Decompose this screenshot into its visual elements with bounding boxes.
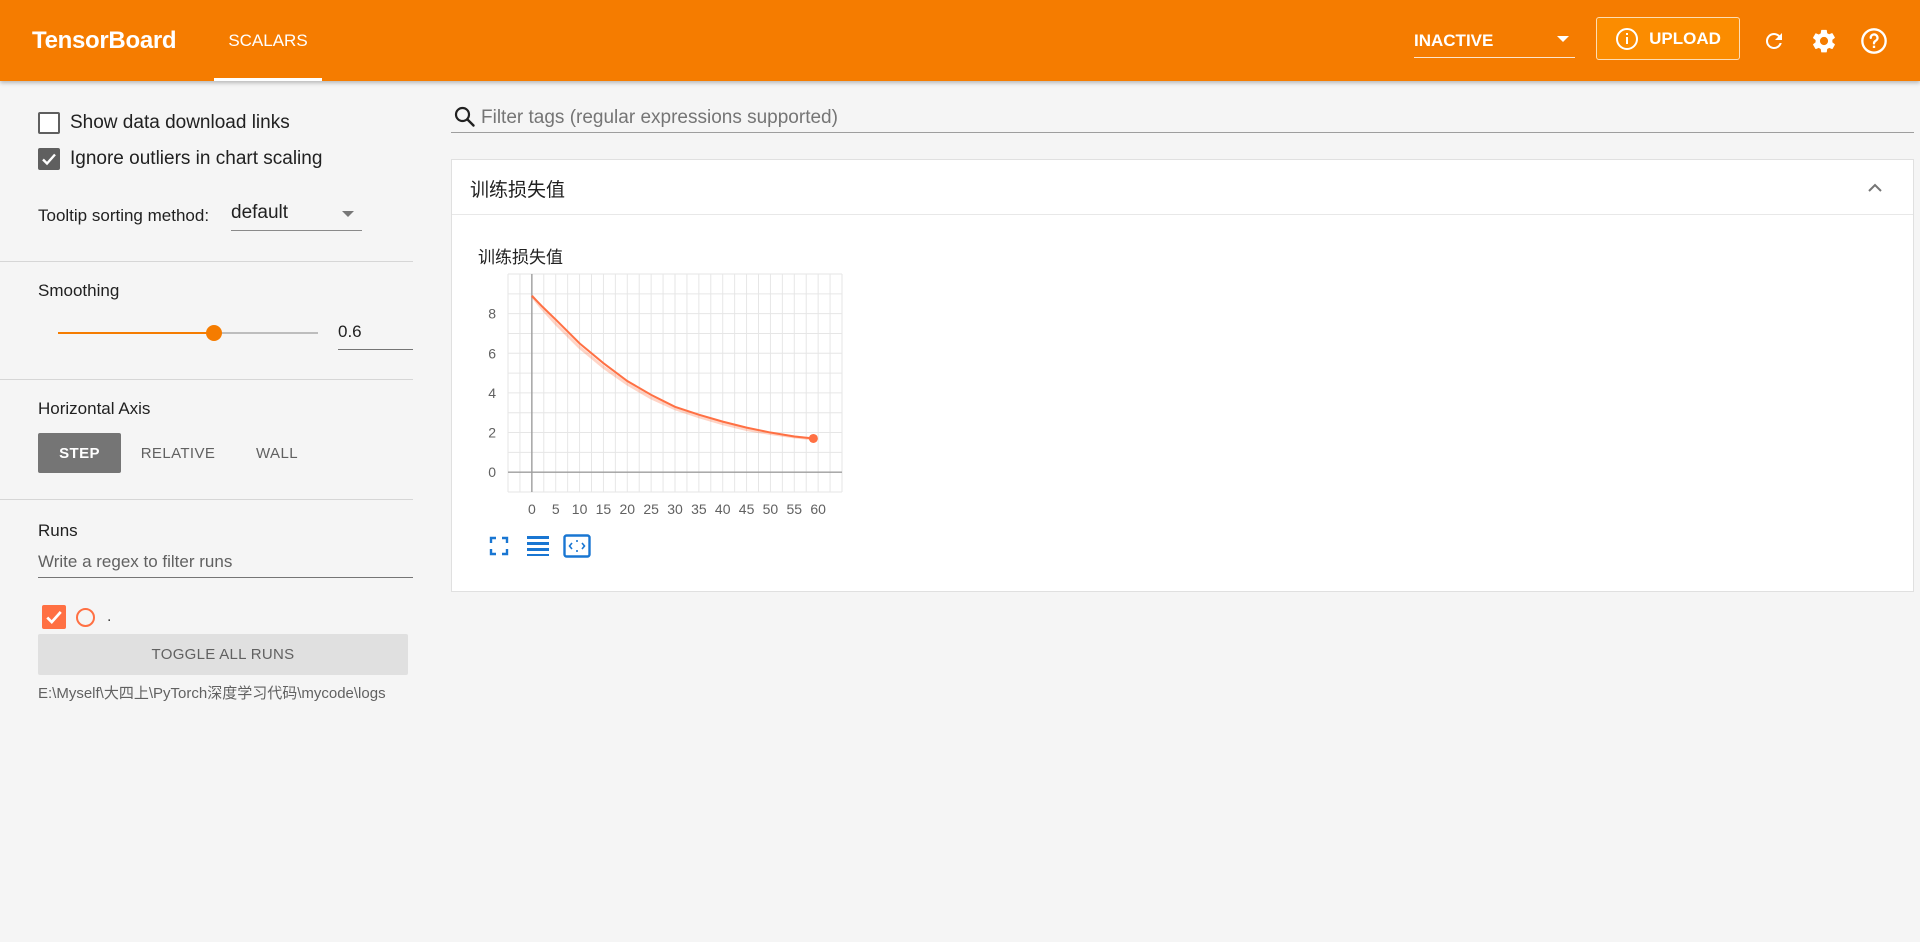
active-tab-indicator: [214, 78, 322, 81]
checkbox-label: Show data download links: [70, 112, 290, 133]
checkbox-label: Ignore outliers in chart scaling: [70, 148, 323, 169]
x-tick-label: 0: [528, 501, 536, 517]
section-divider: [0, 379, 413, 380]
chart-tick-labels: 0 5 10 15 20 25 30 35 40 45 50 55 6002468: [488, 306, 826, 517]
y-tick-label: 2: [488, 425, 496, 441]
run-checkbox[interactable]: [42, 605, 66, 629]
toggle-log-scale-button[interactable]: [523, 532, 553, 560]
app-header: TensorBoard SCALARS INACTIVE UPLOAD: [0, 0, 1920, 81]
axis-wall-button[interactable]: WALL: [240, 433, 314, 473]
raw-series-line: [530, 294, 814, 441]
tag-card: 训练损失值 训练损失值 0 5 10 15 20 25 30 35 40 45 50 55 60 0 2 4 6…: [451, 159, 1914, 592]
run-item[interactable]: .: [42, 605, 111, 629]
x-tick-label: 10: [572, 501, 588, 517]
x-tick-label: 15: [596, 501, 612, 517]
refresh-icon[interactable]: [1757, 24, 1791, 58]
slider-knob[interactable]: [206, 325, 222, 341]
section-divider: [0, 261, 413, 262]
chevron-up-icon[interactable]: [1865, 178, 1885, 198]
run-status-dropdown[interactable]: INACTIVE: [1414, 26, 1575, 58]
x-tick-label: 35: [691, 501, 707, 517]
upload-label: UPLOAD: [1649, 28, 1721, 48]
smoothed-series-line: [531, 295, 814, 440]
settings-gear-icon[interactable]: [1807, 24, 1841, 58]
logdir-path: E:\Myself\大四上\PyTorch深度学习代码\mycode\logs: [38, 685, 386, 702]
smoothing-label: Smoothing: [38, 281, 120, 300]
x-tick-label: 25: [643, 501, 659, 517]
slider-fill: [58, 332, 214, 334]
dropdown-caret-icon: [1557, 36, 1569, 42]
search-icon: [454, 106, 475, 127]
app-brand: TensorBoard: [32, 27, 177, 54]
runs-label: Runs: [38, 521, 78, 540]
tag-filter-placeholder: Filter tags (regular expressions support…: [481, 107, 838, 128]
axis-step-button[interactable]: STEP: [38, 433, 121, 473]
expand-chart-button[interactable]: [484, 532, 514, 560]
run-color-radio[interactable]: [76, 607, 95, 627]
y-tick-label: 6: [488, 345, 496, 361]
toggle-all-runs-button[interactable]: TOGGLE ALL RUNS: [38, 634, 408, 675]
chart-title: 训练损失值: [478, 248, 563, 267]
x-tick-label: 50: [763, 501, 779, 517]
horizontal-axis-label: Horizontal Axis: [38, 399, 151, 418]
y-tick-label: 0: [488, 464, 496, 480]
x-tick-label: 45: [739, 501, 755, 517]
tooltip-sorting-value: default: [231, 202, 289, 223]
x-tick-label: 30: [667, 501, 683, 517]
runs-regex-placeholder: Write a regex to filter runs: [38, 552, 233, 571]
show-download-links-checkbox[interactable]: Show data download links: [38, 112, 290, 134]
card-header[interactable]: 训练损失值: [452, 160, 1913, 215]
fit-to-data-icon: [563, 534, 591, 558]
fullscreen-icon: [489, 536, 509, 556]
y-tick-label: 8: [488, 306, 496, 322]
sidebar: Show data download links Ignore outliers…: [0, 81, 413, 942]
help-icon[interactable]: [1857, 24, 1891, 58]
ignore-outliers-checkbox[interactable]: Ignore outliers in chart scaling: [38, 148, 322, 170]
chart-grid: [507, 273, 843, 493]
x-tick-label: 20: [619, 501, 635, 517]
checkbox-box[interactable]: [38, 148, 60, 170]
last-point-marker: [808, 433, 818, 443]
x-tick-label: 55: [786, 501, 802, 517]
tab-label: SCALARS: [228, 31, 308, 50]
info-icon: [1616, 27, 1639, 50]
upload-button[interactable]: UPLOAD: [1596, 17, 1740, 60]
axis-relative-button[interactable]: RELATIVE: [131, 433, 225, 473]
tab-scalars[interactable]: SCALARS: [214, 0, 322, 81]
fit-domain-button[interactable]: [562, 532, 592, 560]
checkmark-icon: [46, 611, 62, 625]
y-tick-label: 4: [488, 385, 496, 401]
run-status-label: INACTIVE: [1414, 31, 1494, 50]
runs-regex-input[interactable]: Write a regex to filter runs: [38, 548, 413, 578]
dropdown-caret-icon: [342, 211, 354, 217]
tooltip-sorting-label: Tooltip sorting method:: [38, 206, 210, 225]
checkmark-icon: [42, 153, 56, 166]
card-title: 训练损失值: [470, 180, 566, 201]
x-tick-label: 40: [715, 501, 731, 517]
list-lines-icon: [527, 536, 549, 556]
tag-filter-input[interactable]: Filter tags (regular expressions support…: [451, 99, 1914, 133]
section-divider: [0, 499, 413, 500]
run-name: .: [107, 608, 112, 625]
smoothing-slider[interactable]: [58, 325, 318, 341]
smoothing-value-input[interactable]: 0.6: [338, 320, 413, 350]
scalar-chart[interactable]: 0 5 10 15 20 25 30 35 40 45 50 55 6002468: [472, 266, 852, 531]
x-tick-label: 60: [810, 501, 826, 517]
checkbox-box[interactable]: [38, 112, 60, 134]
x-tick-label: 5: [552, 501, 560, 517]
tooltip-sorting-select[interactable]: default: [231, 199, 362, 231]
